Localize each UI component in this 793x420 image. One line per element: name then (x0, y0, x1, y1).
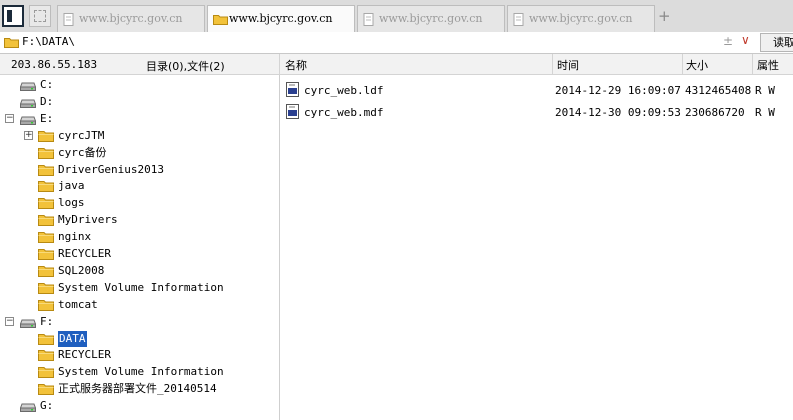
file-row[interactable]: cyrc_web.ldf 2014-12-29 16:09:07 4312465… (280, 79, 793, 101)
tree-item-label: DATA (58, 330, 87, 347)
collapse-icon[interactable]: − (5, 113, 14, 123)
column-header-size[interactable]: 大小 (686, 57, 708, 73)
expand-icon[interactable]: + (24, 130, 33, 140)
file-time: 2014-12-29 16:09:07 (555, 84, 681, 97)
tab-label: www.bjcyrc.gov.cn (229, 12, 333, 25)
tree-item-label: tomcat (58, 297, 98, 311)
file-name: cyrc_web.mdf (304, 106, 384, 119)
drive-icon (19, 401, 37, 417)
tree-drive[interactable]: D: (0, 94, 279, 110)
column-header-name[interactable]: 名称 (285, 57, 307, 73)
column-header-time[interactable]: 时间 (557, 57, 579, 73)
read-button[interactable]: 读取 (760, 33, 793, 52)
item-counts: 目录(0),文件(2) (146, 60, 225, 73)
tree-item-label: nginx (58, 230, 92, 244)
tree-item-label: java (58, 179, 85, 193)
database-file-icon (286, 104, 299, 119)
file-attr: R W (755, 84, 775, 97)
tab-1[interactable]: www.bjcyrc.gov.cn (57, 5, 205, 32)
tree-folder[interactable]: DriverGenius2013 (0, 162, 279, 178)
file-size: 4312465408 (685, 84, 752, 97)
tree-folder[interactable]: RECYCLER (0, 246, 279, 262)
tree-item-label: cyrc备份 (58, 145, 107, 159)
tree-item-label: RECYCLER (58, 247, 111, 260)
tree-folder[interactable]: nginx (0, 229, 279, 245)
column-divider[interactable] (682, 54, 683, 74)
page-icon (513, 13, 524, 26)
capture-icon (34, 10, 46, 22)
address-bar: F:\DATA\ ± ∨ 读取 (0, 32, 793, 54)
tree-item-label: E: (40, 111, 54, 125)
tab-label: www.bjcyrc.gov.cn (79, 12, 183, 25)
panel-icon (7, 10, 12, 22)
path-input[interactable]: F:\DATA\ (22, 35, 75, 48)
tree-drive[interactable]: G: (0, 398, 279, 414)
tree-item-label: F: (40, 314, 54, 328)
tree-drive[interactable]: C: (0, 77, 279, 93)
tree-folder[interactable]: MyDrivers (0, 212, 279, 228)
tree-folder[interactable]: logs (0, 195, 279, 211)
tab-bar: www.bjcyrc.gov.cn www.bjcyrc.gov.cn www.… (0, 0, 793, 33)
file-size: 230686720 (685, 106, 745, 119)
file-attr: R W (755, 106, 775, 119)
column-divider[interactable] (752, 54, 753, 74)
tree-folder[interactable]: RECYCLER (0, 347, 279, 363)
file-time: 2014-12-30 09:09:53 (555, 106, 681, 119)
tree-item-label: System Volume Information (58, 365, 224, 379)
tree-folder[interactable]: SQL2008 (0, 263, 279, 279)
tree-item-label: SQL2008 (58, 263, 105, 277)
tab-4[interactable]: www.bjcyrc.gov.cn (507, 5, 655, 32)
tab-2[interactable]: www.bjcyrc.gov.cn (207, 5, 355, 33)
page-icon (63, 13, 74, 26)
history-dropdown-icon[interactable]: ∨ (741, 33, 750, 47)
tab-label: www.bjcyrc.gov.cn (529, 12, 633, 25)
column-divider[interactable] (552, 54, 553, 74)
tree-folder[interactable]: java (0, 178, 279, 194)
tab-3[interactable]: www.bjcyrc.gov.cn (357, 5, 505, 32)
file-list: cyrc_web.ldf 2014-12-29 16:09:07 4312465… (280, 75, 793, 420)
tree-item-label: cyrcJTM (58, 128, 105, 142)
server-ip: 203.86.55.183 (11, 58, 98, 71)
tree-item-label: 正式服务器部署文件_20140514 (58, 382, 217, 396)
column-header-attr[interactable]: 属性 (757, 57, 779, 73)
tree-item-label: MyDrivers (58, 213, 118, 227)
column-divider[interactable] (279, 54, 280, 74)
tree-folder[interactable]: DATA (0, 330, 279, 347)
tree-item-label: D: (40, 94, 54, 108)
directory-tree: C: D: − E: + cyrcJTM cyrc备份 DriverGenius2013 jav… (0, 75, 280, 420)
file-name: cyrc_web.ldf (304, 84, 384, 97)
tree-item-label: logs (58, 196, 85, 210)
tree-item-label: C: (40, 78, 54, 91)
tree-item-label: G: (40, 399, 54, 413)
tree-drive[interactable]: − E: (0, 111, 279, 127)
new-tab-button[interactable]: + (658, 7, 671, 25)
page-icon (363, 13, 374, 26)
tree-drive[interactable]: − F: (0, 314, 279, 330)
tree-folder[interactable]: System Volume Information (0, 280, 279, 296)
tree-folder[interactable]: System Volume Information (0, 364, 279, 380)
folder-icon (4, 38, 19, 48)
tab-label: www.bjcyrc.gov.cn (379, 12, 483, 25)
collapse-icon[interactable]: − (5, 316, 14, 326)
file-row[interactable]: cyrc_web.mdf 2014-12-30 09:09:53 2306867… (280, 101, 793, 123)
folder-icon (213, 15, 228, 25)
tree-folder[interactable]: + cyrcJTM (0, 128, 279, 144)
tree-folder[interactable]: 正式服务器部署文件_20140514 (0, 381, 279, 397)
tree-folder[interactable]: cyrc备份 (0, 145, 279, 161)
tree-item-label: DriverGenius2013 (58, 162, 164, 176)
screenshot-button[interactable] (29, 5, 51, 27)
tree-item-label: RECYCLER (58, 348, 111, 362)
tree-item-label: System Volume Information (58, 280, 224, 294)
pin-icon[interactable]: ± (723, 34, 733, 48)
database-file-icon (286, 82, 299, 97)
tree-folder[interactable]: tomcat (0, 297, 279, 313)
info-header-bar: 203.86.55.183 目录(0),文件(2) 名称 时间 大小 属性 (0, 54, 793, 75)
panel-toggle-button[interactable] (2, 5, 24, 27)
